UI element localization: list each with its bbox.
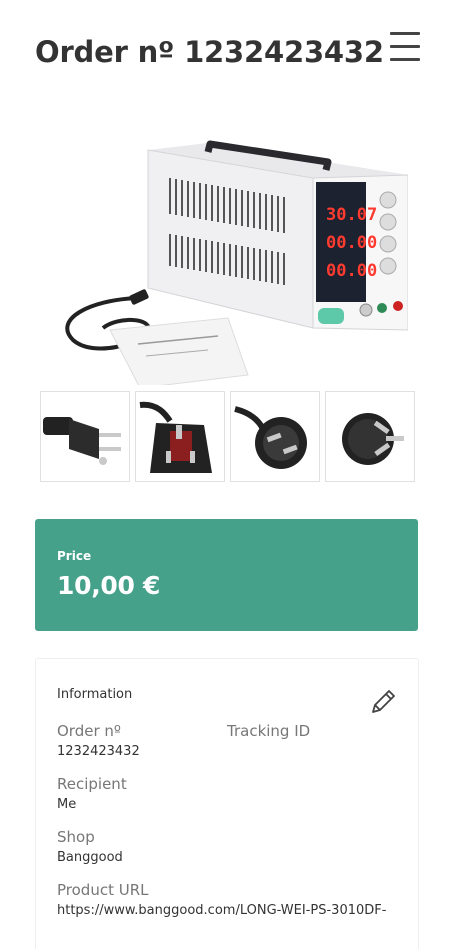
tracking-id-label: Tracking ID xyxy=(227,722,311,740)
shop-label: Shop xyxy=(57,828,95,846)
order-no-value: 1232423432 xyxy=(57,744,140,759)
recipient-field: Recipient Me xyxy=(57,775,227,812)
price-card: Price 10,00 € xyxy=(35,519,418,631)
product-main-image: 30.07 00.00 00.00 xyxy=(35,130,420,385)
information-card: Information Order nº 1232423432 Tracking… xyxy=(35,658,419,949)
price-value: 10,00 € xyxy=(57,571,161,600)
order-no-label: Order nº xyxy=(57,722,121,740)
pencil-icon[interactable] xyxy=(368,687,398,717)
svg-text:30.07: 30.07 xyxy=(326,205,377,225)
product-url-label: Product URL xyxy=(57,881,149,899)
product-url-field: Product URL https://www.banggood.com/LON… xyxy=(57,881,397,918)
shop-value: Banggood xyxy=(57,850,123,865)
shop-field: Shop Banggood xyxy=(57,828,227,865)
svg-text:00.00: 00.00 xyxy=(326,261,377,281)
tracking-id-field: Tracking ID xyxy=(227,722,397,759)
recipient-label: Recipient xyxy=(57,775,127,793)
page-title: Order nº 1232423432 xyxy=(35,35,384,69)
recipient-row: Recipient Me xyxy=(57,775,397,812)
product-url-row: Product URL https://www.banggood.com/LON… xyxy=(57,881,397,918)
thumbnail-uk-plug[interactable] xyxy=(135,391,225,482)
order-no-field: Order nº 1232423432 xyxy=(57,722,227,759)
information-title: Information xyxy=(57,687,133,702)
thumbnail-eu-plug[interactable] xyxy=(230,391,320,482)
shop-row: Shop Banggood xyxy=(57,828,397,865)
order-row: Order nº 1232423432 Tracking ID xyxy=(57,722,397,759)
thumbnail-au-plug[interactable] xyxy=(325,391,415,482)
page-header: Order nº 1232423432 xyxy=(35,30,420,76)
recipient-value: Me xyxy=(57,797,77,812)
product-url-link[interactable]: https://www.banggood.com/LONG-WEI-PS-301… xyxy=(57,903,397,918)
thumbnail-strip xyxy=(40,391,415,483)
hamburger-menu-icon[interactable] xyxy=(390,32,420,64)
price-label: Price xyxy=(57,549,92,563)
thumbnail-us-plug[interactable] xyxy=(40,391,130,482)
svg-text:00.00: 00.00 xyxy=(326,233,377,253)
